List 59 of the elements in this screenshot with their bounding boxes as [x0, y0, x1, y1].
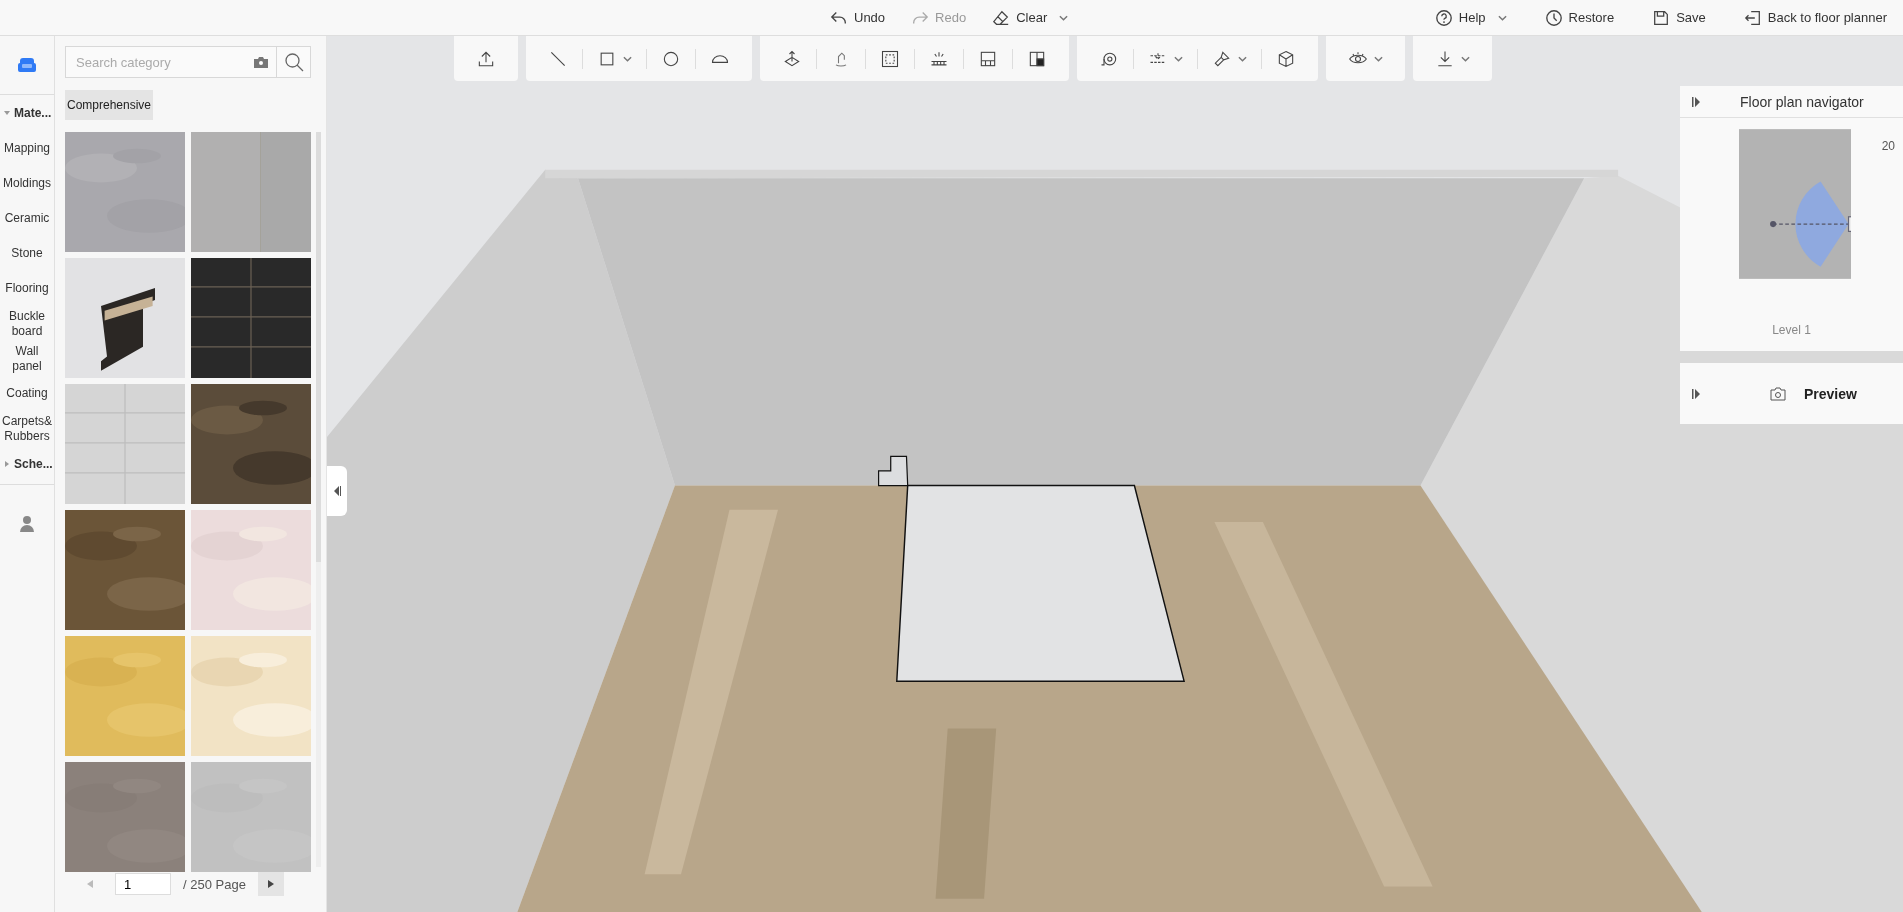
clock-icon — [1544, 8, 1563, 27]
triangle-icon — [4, 110, 10, 116]
toolbar-button[interactable]: Restore — [1542, 5, 1617, 30]
cube-icon — [1276, 48, 1296, 69]
frame-icon — [880, 48, 900, 69]
caret-icon — [1374, 55, 1383, 62]
section-header[interactable]: Sche... — [0, 446, 54, 482]
help-icon — [1434, 8, 1453, 27]
level-label: Level 1 — [1772, 323, 1811, 337]
search-field[interactable]: Search category — [65, 46, 277, 78]
collapse-handle[interactable] — [327, 466, 347, 516]
filter-tab[interactable]: Comprehensive — [65, 90, 154, 120]
caret-icon — [1461, 55, 1470, 62]
caret-icon — [1238, 55, 1247, 62]
arrow-up-icon — [782, 48, 802, 69]
category-item[interactable]: Buckle board — [0, 306, 54, 341]
caret-icon — [1174, 55, 1183, 62]
caret-icon — [1059, 14, 1069, 21]
category-item[interactable]: Moldings — [0, 166, 54, 201]
search-icon — [283, 52, 304, 72]
eraser-icon — [992, 8, 1011, 27]
scrollbar[interactable] — [316, 132, 321, 867]
preview-label: Preview — [1804, 385, 1857, 402]
camera-icon[interactable] — [253, 55, 269, 69]
zoom-value: 20 — [1881, 139, 1895, 153]
triangle-icon — [4, 461, 10, 467]
page-total: / 250 Page — [183, 876, 246, 892]
category-item[interactable]: Wall panel — [0, 341, 54, 376]
scrollbar-thumb[interactable] — [316, 132, 321, 562]
toolbar-button[interactable]: Undo — [828, 5, 888, 30]
category-item[interactable]: Flooring — [0, 271, 54, 306]
section-label: Mate... — [14, 106, 52, 120]
category-item[interactable]: Ceramic — [0, 201, 54, 236]
next-page-button[interactable] — [257, 872, 284, 896]
toolbar-button[interactable]: Save — [1650, 5, 1708, 30]
triangle-right-icon — [267, 880, 274, 888]
category-item[interactable]: Mapping — [0, 131, 54, 166]
expand-icon — [1692, 388, 1700, 399]
page-field[interactable]: 1 — [115, 873, 171, 895]
caret-icon — [623, 55, 632, 62]
caret-icon — [1497, 14, 1507, 21]
panel-title: Floor plan navigator — [1740, 93, 1864, 110]
exit-icon — [1743, 8, 1762, 27]
save-icon — [1652, 8, 1671, 27]
sofa-icon[interactable] — [17, 57, 37, 73]
collapse-icon — [333, 486, 341, 496]
expand-icon — [1692, 96, 1700, 107]
camera-icon — [1770, 386, 1786, 401]
toolbar-button[interactable]: Clear — [990, 5, 1071, 30]
category-item[interactable]: Coating — [0, 376, 54, 411]
category-item[interactable]: Stone — [0, 236, 54, 271]
search-button[interactable] — [277, 46, 311, 78]
user-icon[interactable] — [20, 515, 34, 533]
toolbar-button[interactable]: Help — [1432, 5, 1509, 30]
section-label: Sche... — [14, 457, 53, 471]
toolbar-button[interactable]: Back to floor planner — [1741, 5, 1889, 30]
category-item[interactable]: Carpets& Rubbers — [0, 411, 54, 446]
section-header[interactable]: Mate... — [0, 95, 54, 131]
triangle-left-icon — [87, 880, 93, 888]
